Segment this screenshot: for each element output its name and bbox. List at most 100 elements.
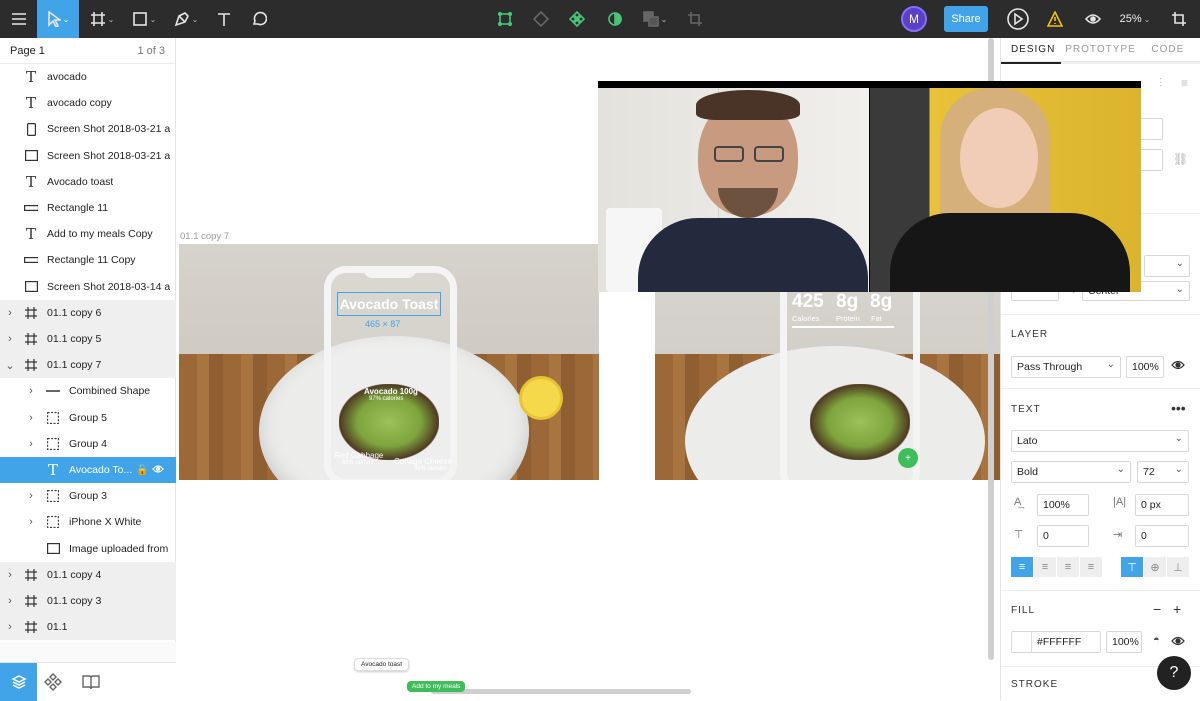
height-field[interactable] xyxy=(1139,149,1163,171)
tab-prototype[interactable]: PROTOTYPE xyxy=(1065,44,1136,55)
detach-instance-icon[interactable] xyxy=(530,0,552,38)
shape-tool-button[interactable]: ⌄ xyxy=(126,0,162,38)
align-right-button[interactable]: ≡ xyxy=(1057,557,1079,577)
expand-chevron-icon[interactable]: › xyxy=(5,595,15,607)
avatar[interactable]: M xyxy=(900,0,928,38)
layer-row[interactable]: › Group 5 xyxy=(0,405,176,431)
help-button[interactable]: ? xyxy=(1157,656,1191,690)
zoom-dropdown[interactable]: 25% ⌄ xyxy=(1114,0,1156,38)
crop-icon[interactable] xyxy=(684,0,706,38)
layer-row[interactable]: Rectangle 11 Copy xyxy=(0,247,176,273)
expand-chevron-icon[interactable]: › xyxy=(26,412,36,424)
add-to-my-meals-mini-button[interactable]: Add to my meals xyxy=(407,681,466,692)
mask-icon[interactable] xyxy=(604,0,626,38)
layer-row[interactable]: Tavocado xyxy=(0,64,176,90)
video-call-overlay[interactable] xyxy=(598,81,1141,292)
fill-color-field[interactable]: #FFFFFF xyxy=(1011,631,1101,653)
avocado-toast-mini-tag[interactable]: Avocado toast xyxy=(354,658,410,671)
add-fill-icon[interactable]: + xyxy=(1173,601,1181,617)
layer-row[interactable]: Screen Shot 2018-03-21 at ... xyxy=(0,116,176,142)
menu-icon[interactable] xyxy=(0,0,37,38)
unlock-icon[interactable]: 🔓 xyxy=(136,465,148,476)
layer-row[interactable]: › 01.1 copy 5 xyxy=(0,326,176,352)
expand-chevron-icon[interactable]: › xyxy=(5,569,15,581)
add-meal-button[interactable]: + xyxy=(898,448,918,468)
blend-drop-icon[interactable]: ◓ xyxy=(1153,634,1160,646)
move-tool-button[interactable]: ⌄ xyxy=(37,0,79,38)
fit-frame-icon[interactable] xyxy=(1168,0,1190,38)
layers-tab[interactable] xyxy=(0,663,37,701)
expand-chevron-icon[interactable]: › xyxy=(26,516,36,528)
layer-row[interactable]: › 01.1 copy 3 xyxy=(0,588,176,614)
text-align-vertical-dropdown[interactable] xyxy=(1144,255,1190,277)
blend-mode-dropdown[interactable]: Pass Through xyxy=(1011,356,1121,378)
components-tab[interactable] xyxy=(44,673,62,694)
layer-row[interactable]: Screen Shot 2018-03-14 at ... xyxy=(0,274,176,300)
create-component-icon[interactable] xyxy=(566,0,588,38)
layer-row[interactable]: › Combined Shape xyxy=(0,378,176,404)
frame-name-label[interactable]: 01.1 copy 7 xyxy=(180,231,229,242)
align-middle-button[interactable]: ⊕ xyxy=(1144,557,1166,577)
fill-visibility-eye-icon[interactable] xyxy=(1171,635,1185,650)
library-tab[interactable] xyxy=(82,673,100,694)
frame-tool-button[interactable]: ⌄ xyxy=(84,0,120,38)
layer-row[interactable]: Screen Shot 2018-03-21 at ... xyxy=(0,143,176,169)
tab-design[interactable]: DESIGN xyxy=(1001,44,1065,55)
pen-tool-button[interactable]: ⌄ xyxy=(168,0,204,38)
layer-row[interactable]: T Avocado To... 🔓 xyxy=(0,457,176,483)
share-button[interactable]: Share xyxy=(944,6,988,32)
layer-row[interactable]: ⌄ 01.1 copy 7 xyxy=(0,352,176,379)
layer-opacity-field[interactable]: 100% xyxy=(1126,356,1164,378)
fill-opacity-field[interactable]: 100% xyxy=(1106,631,1142,653)
text-more-options-icon[interactable]: ••• xyxy=(1171,400,1186,416)
tab-code[interactable]: CODE xyxy=(1136,44,1200,55)
layer-row[interactable]: T Avocado toast xyxy=(0,169,176,195)
expand-chevron-icon[interactable]: › xyxy=(26,490,36,502)
remove-fill-icon[interactable]: − xyxy=(1153,601,1161,617)
width-field[interactable] xyxy=(1139,118,1163,140)
layer-row[interactable]: › iPhone X White xyxy=(0,509,176,535)
paragraph-indent-field[interactable]: 0 xyxy=(1135,525,1189,547)
align-middle-icon[interactable]: ⫶ xyxy=(1159,76,1162,91)
layer-visibility-eye-icon[interactable] xyxy=(1171,359,1185,374)
align-left-button[interactable]: ≡ xyxy=(1011,557,1033,577)
layer-row[interactable]: › 01.1 copy 4 xyxy=(0,561,176,588)
layer-row[interactable]: › 01.1 copy 6 xyxy=(0,299,176,326)
pages-header[interactable]: Page 1 1 of 3 xyxy=(0,38,175,64)
warning-icon[interactable] xyxy=(1044,0,1066,38)
expand-chevron-icon[interactable]: › xyxy=(5,333,15,345)
layer-row[interactable]: › Group 3 xyxy=(0,483,176,509)
constrain-proportions-icon[interactable]: ⛓ xyxy=(1173,152,1188,166)
avocado-toast-title[interactable]: Avocado Toast xyxy=(337,292,441,316)
expand-chevron-icon[interactable]: › xyxy=(5,307,15,319)
expand-chevron-icon[interactable]: › xyxy=(26,385,36,397)
distribute-icon[interactable]: ≡ xyxy=(1181,76,1188,90)
layer-row[interactable]: Rectangle 11 xyxy=(0,195,176,221)
paragraph-spacing-field[interactable]: 0 xyxy=(1037,525,1089,547)
font-family-dropdown[interactable]: Lato xyxy=(1011,430,1189,452)
align-top-button[interactable]: ⊤ xyxy=(1121,557,1143,577)
comment-tool-button[interactable] xyxy=(244,0,274,38)
visibility-eye-icon[interactable] xyxy=(152,464,164,477)
horizontal-scrollbar[interactable] xyxy=(431,689,691,694)
text-tool-button[interactable] xyxy=(210,0,238,38)
line-height-field[interactable]: 100% xyxy=(1037,494,1089,516)
expand-chevron-icon[interactable]: › xyxy=(5,621,15,633)
eye-icon[interactable] xyxy=(1082,0,1104,38)
component-frame-icon[interactable] xyxy=(494,0,516,38)
font-size-dropdown[interactable]: 72 xyxy=(1137,461,1189,483)
font-weight-dropdown[interactable]: Bold xyxy=(1011,461,1131,483)
align-justify-button[interactable]: ≡ xyxy=(1080,557,1102,577)
present-icon[interactable] xyxy=(1005,0,1031,38)
letter-spacing-field[interactable]: 0 px xyxy=(1135,494,1189,516)
layer-row[interactable]: Tavocado copy xyxy=(0,90,176,116)
align-bottom-button[interactable]: ⊥ xyxy=(1167,557,1189,577)
expand-chevron-icon[interactable]: › xyxy=(26,438,36,450)
layer-row[interactable]: › 01.1 xyxy=(0,614,176,641)
layer-row[interactable]: › Group 4 xyxy=(0,431,176,457)
boolean-icon[interactable]: ⌄ xyxy=(640,0,670,38)
layer-row[interactable]: T Add to my meals Copy xyxy=(0,221,176,247)
collapse-chevron-icon[interactable]: ⌄ xyxy=(5,359,15,372)
layer-row[interactable]: Image uploaded from ... xyxy=(0,536,176,562)
frame-01-1-copy-7[interactable]: Avocado Toast 465 × 87 Avocado 100g 97% … xyxy=(179,244,599,480)
